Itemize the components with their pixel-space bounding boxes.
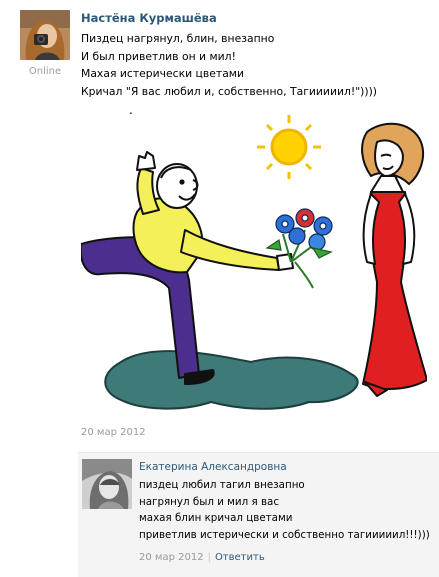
- post-text-line: Кричал "Я вас любил и, собственно, Тагии…: [81, 84, 378, 98]
- comment-footer: 20 мар 2012 | Ответить: [139, 552, 265, 563]
- ground-shadow: [104, 350, 359, 410]
- post-text-line: И был приветлив он и мил!: [81, 49, 236, 63]
- post-text: Пиздец нагрянул, блин, внезапно И был пр…: [81, 30, 377, 100]
- wall-post: Online Настёна Курмашёва Пиздец нагрянул…: [0, 0, 439, 452]
- commenter-name[interactable]: Екатерина Александровна: [139, 461, 287, 473]
- comment-text-line: пиздец любил тагил внезапно: [139, 479, 305, 491]
- reply-link[interactable]: Ответить: [215, 552, 265, 563]
- author-avatar[interactable]: [20, 10, 70, 60]
- post-author-name[interactable]: Настёна Курмашёва: [81, 11, 217, 25]
- comment-text-line: приветлив истерически и собственно тагии…: [139, 528, 430, 541]
- post-date[interactable]: 20 мар 2012: [81, 427, 146, 438]
- post-text-line: Махая истерически цветами: [81, 67, 244, 80]
- man-drawing: [79, 151, 294, 385]
- post-image[interactable]: [79, 112, 428, 418]
- comment-block: Екатерина Александровна пиздец любил таг…: [78, 452, 439, 577]
- footer-separator: |: [207, 552, 211, 563]
- sun-drawing: [257, 115, 321, 179]
- post-text-line: Пиздец нагрянул, блин, внезапно: [81, 32, 275, 45]
- comment-text-line: махая блин кричал цветами: [139, 512, 293, 524]
- comment-date[interactable]: 20 мар 2012: [139, 552, 204, 563]
- flower-bouquet: [265, 208, 333, 289]
- comment-text-line: нагрянул был и мил я вас: [139, 495, 279, 508]
- comment-text: пиздец любил тагил внезапно нагрянул был…: [139, 477, 430, 543]
- woman-drawing: [361, 122, 428, 397]
- online-status: Online: [28, 66, 62, 77]
- commenter-avatar[interactable]: [82, 459, 132, 509]
